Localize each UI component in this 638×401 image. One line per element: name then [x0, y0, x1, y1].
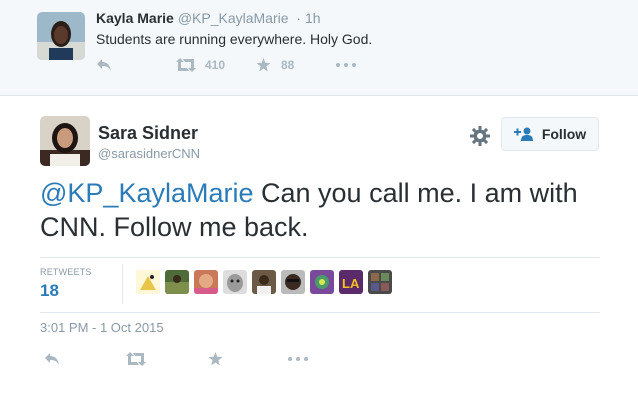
favorite-icon [256, 58, 271, 72]
parent-author-handle[interactable]: @KP_KaylaMarie [178, 10, 289, 26]
retweeter-avatars: LA [136, 270, 397, 294]
parent-favorite-button[interactable]: 88 [256, 58, 336, 72]
follow-button[interactable]: Follow [501, 117, 599, 151]
retweeter-avatar[interactable] [194, 270, 218, 294]
retweets-count[interactable]: 18 [40, 281, 59, 301]
main-action-bar [44, 352, 308, 366]
parent-retweet-button[interactable]: 410 [176, 58, 256, 72]
follow-label: Follow [541, 126, 587, 142]
main-author-name[interactable]: Sara Sidner [98, 123, 198, 144]
more-button[interactable] [288, 357, 308, 361]
retweeter-avatar[interactable] [310, 270, 334, 294]
retweet-icon [176, 58, 196, 72]
retweeter-avatar[interactable] [252, 270, 276, 294]
mention-link[interactable]: @KP_KaylaMarie [40, 178, 254, 208]
tweet-timestamp[interactable]: 3:01 PM - 1 Oct 2015 [40, 320, 164, 335]
reply-button[interactable] [44, 352, 126, 366]
parent-author[interactable]: Kayla Marie @KP_KaylaMarie · 1h [96, 10, 321, 26]
main-tweet-text: @KP_KaylaMarie Can you call me. I am wit… [40, 176, 600, 244]
more-icon [288, 357, 308, 361]
parent-retweet-count: 410 [205, 58, 226, 72]
favorite-button[interactable] [208, 352, 288, 366]
retweeter-avatar[interactable] [165, 270, 189, 294]
parent-author-name[interactable]: Kayla Marie [96, 10, 174, 26]
retweeter-avatar[interactable] [281, 270, 305, 294]
tweet-stats: RETWEETS 18 LA [40, 257, 600, 313]
stats-divider [122, 264, 123, 304]
retweeter-avatar[interactable]: LA [339, 270, 363, 294]
add-user-icon [513, 127, 533, 141]
retweet-icon [126, 352, 146, 366]
parent-reply-button[interactable] [96, 58, 176, 72]
svg-text:LA: LA [342, 276, 360, 291]
more-icon [336, 63, 356, 67]
retweet-button[interactable] [126, 352, 208, 366]
retweeter-avatar[interactable] [368, 270, 392, 294]
gear-icon[interactable] [469, 125, 491, 147]
retweets-label[interactable]: RETWEETS [40, 267, 92, 277]
main-author-handle[interactable]: @sarasidnerCNN [98, 146, 200, 161]
parent-favorite-count: 88 [281, 58, 295, 72]
retweeter-avatar[interactable] [223, 270, 247, 294]
parent-more-button[interactable] [336, 63, 356, 67]
reply-icon [97, 59, 111, 71]
parent-tweet-text: Students are running everywhere. Holy Go… [96, 31, 373, 47]
favorite-icon [208, 352, 223, 366]
parent-action-bar: 410 88 [96, 58, 356, 72]
retweeter-avatar[interactable] [136, 270, 160, 294]
parent-tweet[interactable]: Kayla Marie @KP_KaylaMarie · 1h Students … [0, 0, 638, 96]
reply-icon [45, 353, 59, 365]
parent-time[interactable]: · 1h [296, 10, 320, 26]
kayla-marie-avatar[interactable] [37, 12, 85, 60]
sara-sidner-avatar[interactable] [40, 116, 90, 166]
